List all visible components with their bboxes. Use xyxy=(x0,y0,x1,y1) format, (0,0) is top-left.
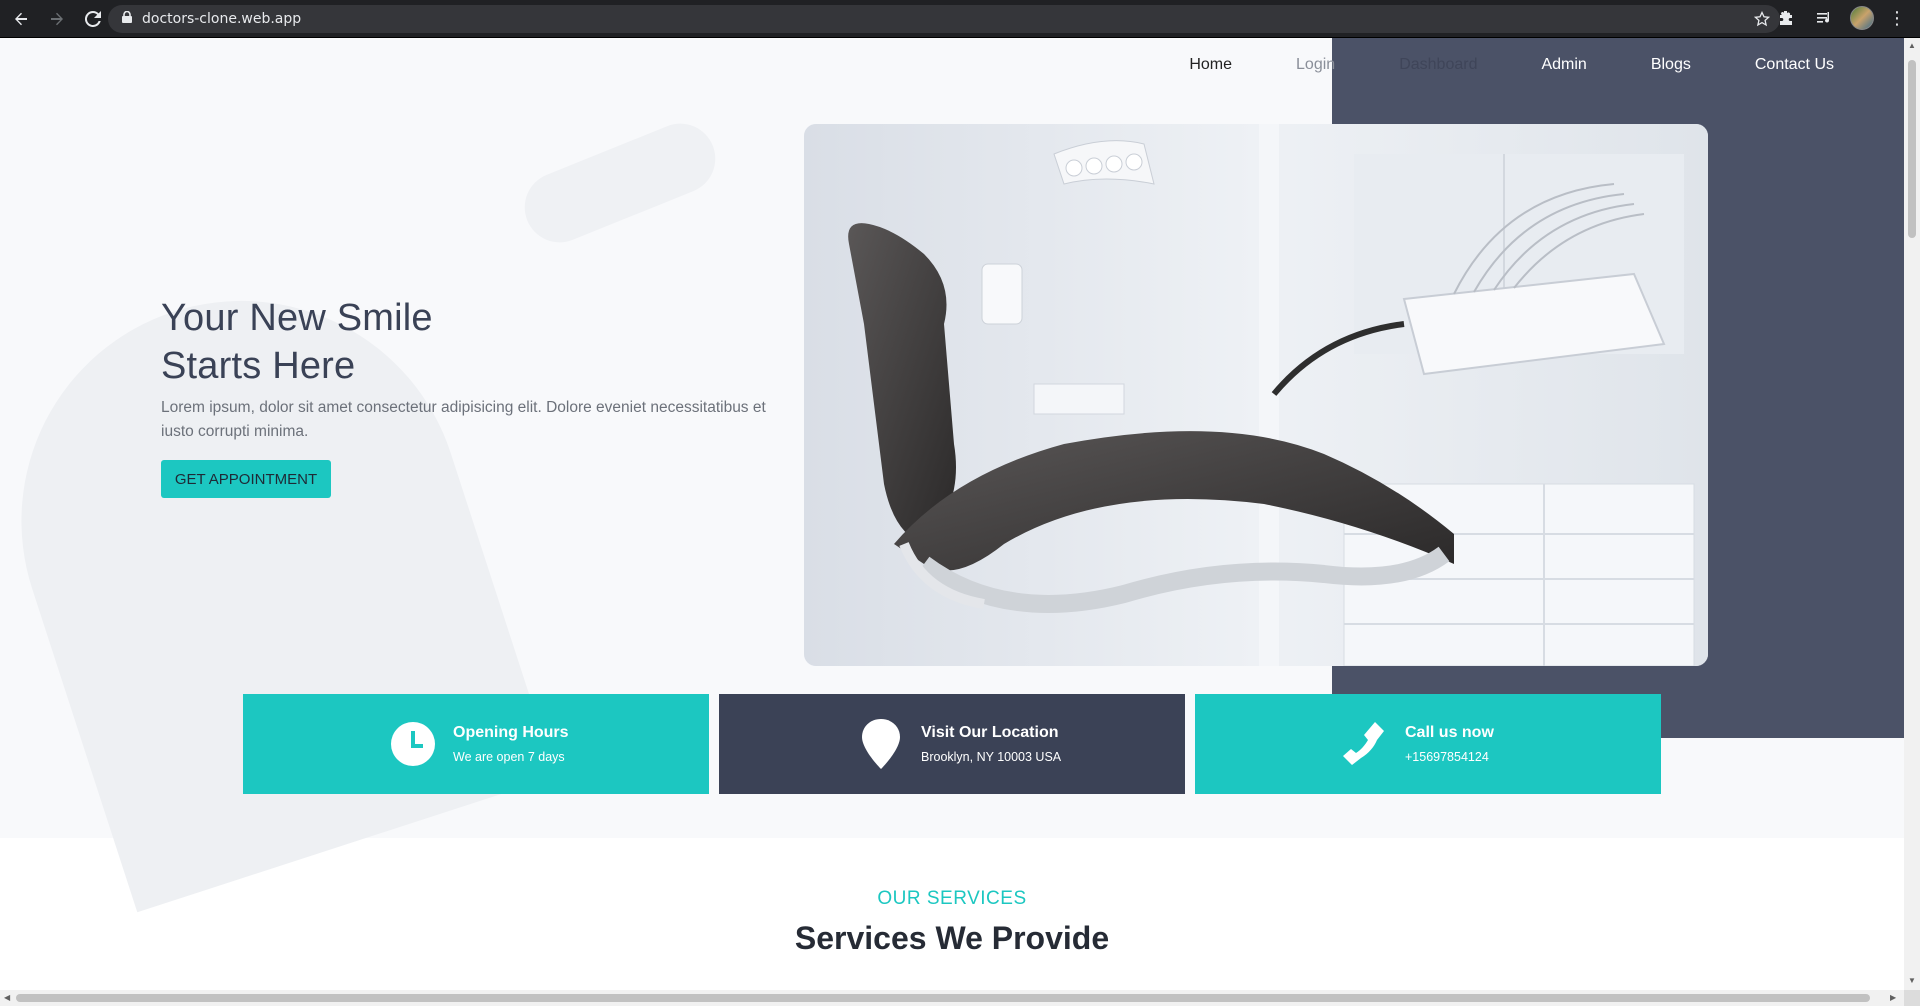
scroll-right-icon[interactable]: ▶ xyxy=(1890,993,1896,1002)
hero-description: Lorem ipsum, dolor sit amet consectetur … xyxy=(161,399,766,440)
nav-blogs[interactable]: Blogs xyxy=(1651,56,1691,74)
background-lamp-shape xyxy=(514,113,726,253)
vertical-scrollbar[interactable]: ▲ ▼ xyxy=(1904,38,1920,990)
back-button[interactable] xyxy=(6,4,36,34)
hero-image xyxy=(804,124,1708,666)
hero-title: Your New Smile Starts Here xyxy=(161,294,433,390)
dental-chair-illustration xyxy=(804,124,1708,666)
nav-home[interactable]: Home xyxy=(1189,56,1232,74)
nav-login[interactable]: Login xyxy=(1296,56,1335,74)
vertical-scroll-thumb[interactable] xyxy=(1908,60,1916,238)
card-call: Call us now +15697854124 xyxy=(1195,694,1661,794)
extensions-icon[interactable] xyxy=(1774,6,1798,30)
page-viewport: Home Login Dashboard Admin Blogs Contact… xyxy=(0,38,1904,990)
hero-title-line1: Your New Smile xyxy=(161,297,433,339)
scroll-down-icon[interactable]: ▼ xyxy=(1908,976,1916,985)
phone-icon xyxy=(1341,720,1389,768)
services-subtitle: OUR SERVICES xyxy=(877,888,1027,909)
get-appointment-button[interactable]: GET APPOINTMENT xyxy=(161,460,331,498)
card-subtitle: +15697854124 xyxy=(1405,750,1489,764)
scroll-up-icon[interactable]: ▲ xyxy=(1908,41,1916,50)
reload-button[interactable] xyxy=(78,4,108,34)
nav-admin[interactable]: Admin xyxy=(1541,56,1586,74)
arrow-right-icon xyxy=(51,12,63,25)
card-title: Opening Hours xyxy=(453,724,569,741)
info-cards: Opening Hours We are open 7 days Visit O… xyxy=(243,694,1661,794)
card-opening-hours: Opening Hours We are open 7 days xyxy=(243,694,709,794)
scrollbar-corner xyxy=(1904,990,1920,1006)
card-subtitle: We are open 7 days xyxy=(453,750,565,764)
nav-contact-us[interactable]: Contact Us xyxy=(1755,56,1834,74)
bookmark-star-icon[interactable] xyxy=(1753,10,1771,32)
card-location: Visit Our Location Brooklyn, NY 10003 US… xyxy=(719,694,1185,794)
forward-button[interactable] xyxy=(42,4,72,34)
horizontal-scrollbar[interactable]: ◀ ▶ xyxy=(0,990,1904,1006)
lock-icon xyxy=(122,10,132,28)
url-text: doctors-clone.web.app xyxy=(142,11,302,27)
hero-title-line2: Starts Here xyxy=(161,345,356,387)
media-queue-icon[interactable] xyxy=(1812,6,1836,30)
card-title: Visit Our Location xyxy=(921,724,1059,741)
services-title: Services We Provide xyxy=(794,920,1110,956)
clock-icon xyxy=(389,720,437,768)
main-nav: Home Login Dashboard Admin Blogs Contact… xyxy=(1189,56,1834,74)
map-pin-icon xyxy=(857,719,905,769)
profile-avatar[interactable] xyxy=(1850,6,1874,30)
nav-dashboard[interactable]: Dashboard xyxy=(1399,56,1477,74)
address-bar[interactable]: doctors-clone.web.app xyxy=(108,5,1780,33)
scroll-left-icon[interactable]: ◀ xyxy=(4,993,10,1002)
browser-toolbar: doctors-clone.web.app ⋮ xyxy=(0,0,1920,38)
card-subtitle: Brooklyn, NY 10003 USA xyxy=(921,750,1062,764)
arrow-left-icon xyxy=(15,12,27,25)
horizontal-scroll-thumb[interactable] xyxy=(16,994,1870,1002)
reload-icon xyxy=(85,10,101,27)
card-title: Call us now xyxy=(1405,724,1494,741)
browser-menu-icon[interactable]: ⋮ xyxy=(1888,9,1906,27)
